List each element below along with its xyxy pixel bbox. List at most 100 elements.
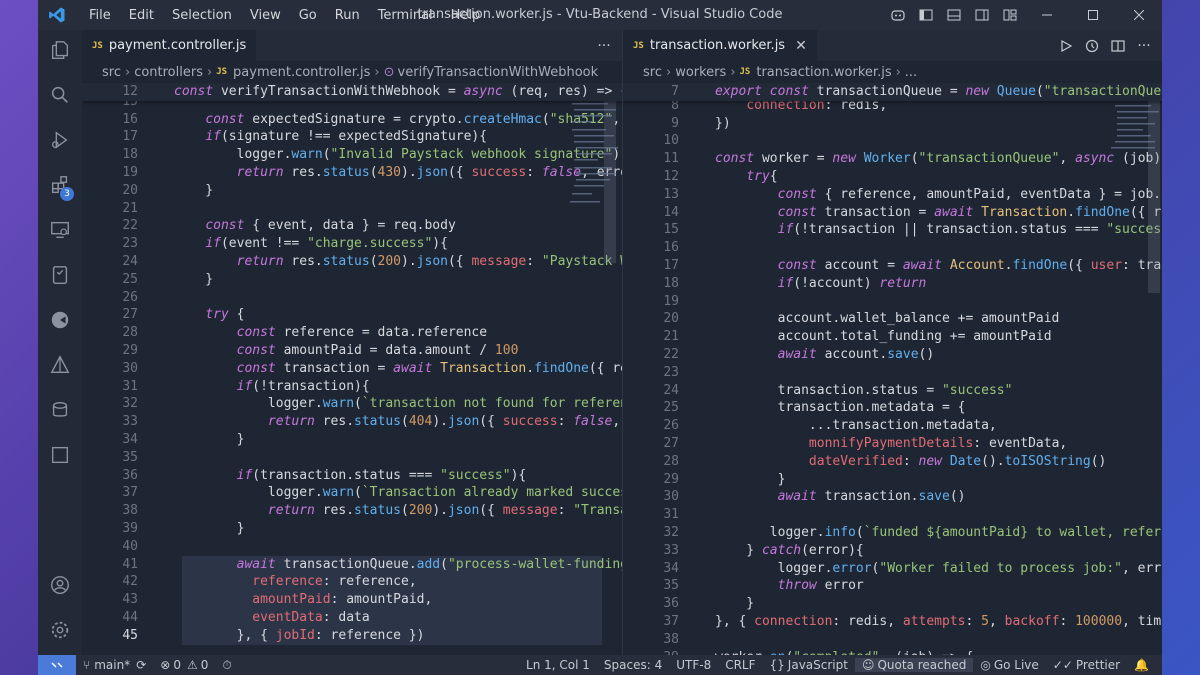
code-editor[interactable]: 12 const verifyTransactionWithWebhook = a… [82, 83, 622, 655]
copilot-icon[interactable] [886, 4, 910, 26]
line-number: 16 [663, 240, 679, 256]
breadcrumb: src › controllers › JS payment.controller.j… [102, 64, 599, 80]
close-tab-icon[interactable]: ✕ [795, 38, 807, 54]
code-line: 10 [623, 132, 1162, 150]
tab-label: payment.controller.js [108, 38, 247, 53]
line-number: 31 [122, 378, 138, 394]
left-tab-bar: JS payment.controller.js ··· [82, 30, 622, 61]
minimize-icon[interactable] [1024, 0, 1070, 30]
right-tab-bar: JS transaction.worker.js ✕ ··· [623, 30, 1162, 61]
line-number: 21 [122, 200, 138, 216]
testing-icon[interactable] [38, 255, 82, 295]
code-text: }, { connection: redis, attempts: 5, bac… [715, 614, 1162, 629]
code-line: 22 const { event, data } = req.body [82, 217, 622, 235]
code-line: 26 [82, 289, 622, 307]
close-icon[interactable] [1116, 0, 1162, 30]
split-editor-icon[interactable] [1106, 34, 1130, 58]
sticky-scroll-line: 7 export const transactionQueue = new Que… [623, 83, 1162, 101]
code-line: 36 if(transaction.status === "success"){ [82, 467, 622, 485]
line-number: 37 [663, 614, 679, 629]
tab-transaction-worker[interactable]: JS transaction.worker.js ✕ [623, 30, 817, 61]
breadcrumb-item[interactable]: payment.controller.js [233, 65, 370, 80]
code-line: 37 }, { connection: redis, attempts: 5, b… [623, 613, 1162, 631]
gitlens-icon[interactable] [38, 300, 82, 340]
code-line: 45 }, { jobId: reference }) [82, 627, 622, 645]
run-file-icon[interactable] [1054, 34, 1078, 58]
toggle-primary-sidebar-icon[interactable] [914, 4, 938, 26]
menu-item-selection[interactable]: Selection [163, 8, 241, 23]
code-line: 41 await transactionQueue.add("process-w… [82, 556, 622, 574]
customize-layout-icon[interactable] [998, 4, 1022, 26]
problems-indicator[interactable]: ⊗ 0 ⚠ 0 [153, 658, 215, 672]
end-of-line[interactable]: CRLF [718, 658, 762, 672]
cursor-position[interactable]: Ln 1, Col 1 [519, 658, 597, 672]
git-branch[interactable]: ⑂ main* ⟳ [76, 658, 153, 672]
sync-icon[interactable]: ⟳ [136, 658, 146, 672]
breadcrumb-item[interactable]: verifyTransactionWithWebhook [398, 65, 599, 80]
remote-explorer-icon[interactable] [38, 210, 82, 250]
code-text: logger.info(`funded ${amountPaid} to wal… [715, 525, 1162, 540]
run-debug-icon[interactable] [38, 120, 82, 160]
maximize-icon[interactable] [1070, 0, 1116, 30]
code-text: await transactionQueue.add("process-wall… [236, 556, 622, 572]
search-icon[interactable] [38, 75, 82, 115]
breadcrumb-item[interactable]: ... [905, 65, 917, 80]
line-number: 22 [663, 347, 679, 362]
menu-item-go[interactable]: Go [290, 8, 326, 23]
history-icon[interactable]: ⏱ [215, 658, 238, 673]
scrollbar[interactable] [604, 83, 616, 263]
remote-indicator-icon[interactable] [38, 655, 76, 675]
explorer-icon[interactable] [38, 30, 82, 70]
menu-item-view[interactable]: View [241, 8, 290, 23]
deploy-icon[interactable] [38, 345, 82, 385]
more-actions-button[interactable]: ··· [592, 34, 616, 58]
code-line: 40 [82, 538, 622, 556]
tab-payment-controller[interactable]: JS payment.controller.js [82, 30, 257, 61]
code-text: try { [205, 307, 245, 323]
code-text: amountPaid: amountPaid, [252, 592, 433, 608]
more-actions-button[interactable]: ··· [1132, 34, 1156, 58]
menu-item-edit[interactable]: Edit [120, 8, 163, 23]
database-icon[interactable] [38, 390, 82, 430]
code-text: if(signature !== expectedSignature){ [205, 129, 488, 145]
code-line: 9}) [623, 115, 1162, 133]
copilot-quota[interactable]: ☺ Quota reached [854, 658, 974, 672]
branch-icon: ⑂ [83, 658, 91, 672]
code-line: 23 if(event !== "charge.success"){ [82, 235, 622, 253]
go-live-button[interactable]: ◎ Go Live [973, 658, 1045, 672]
code-line: 18 if(!account) return [623, 275, 1162, 293]
menu-item-run[interactable]: Run [326, 8, 369, 23]
notifications-icon[interactable]: 🔔 [1127, 658, 1156, 672]
code-text: return res.status(200).json({ message: "… [236, 254, 622, 269]
toggle-panel-icon[interactable] [942, 4, 966, 26]
language-mode[interactable]: {} JavaScript [763, 658, 855, 672]
extensions-icon[interactable]: 3 [38, 165, 82, 205]
menu-item-file[interactable]: File [80, 8, 120, 23]
code-editor[interactable]: 7 export const transactionQueue = new Que… [623, 83, 1162, 655]
open-timeline-icon[interactable] [1080, 34, 1104, 58]
breadcrumb-item[interactable]: src [102, 65, 121, 80]
menu-item-terminal[interactable]: Terminal [369, 8, 442, 23]
account-icon[interactable] [38, 565, 82, 605]
scrollbar[interactable] [1148, 83, 1160, 293]
prettier-status[interactable]: ✓✓ Prettier [1046, 658, 1127, 672]
menu-item-help[interactable]: Help [442, 8, 490, 23]
code-text: ...transaction.metadata, [715, 418, 997, 434]
indentation[interactable]: Spaces: 4 [597, 658, 669, 672]
code-text: const { event, data } = req.body [205, 218, 456, 234]
breadcrumb-item[interactable]: workers [675, 65, 726, 80]
square-icon[interactable] [38, 435, 82, 475]
settings-gear-icon[interactable] [38, 610, 82, 650]
breadcrumb-item[interactable]: src [643, 65, 662, 80]
toggle-secondary-sidebar-icon[interactable] [970, 4, 994, 26]
encoding[interactable]: UTF-8 [669, 658, 718, 672]
code-text: }) [715, 115, 731, 131]
line-number: 45 [122, 627, 138, 643]
line-number: 24 [122, 254, 138, 269]
line-number: 27 [663, 436, 679, 451]
breadcrumb-item[interactable]: transaction.worker.js [756, 65, 891, 80]
code-text: try{ [746, 169, 778, 184]
line-number: 32 [122, 396, 138, 412]
line-number: 32 [663, 525, 679, 540]
breadcrumb-item[interactable]: controllers [134, 65, 203, 80]
